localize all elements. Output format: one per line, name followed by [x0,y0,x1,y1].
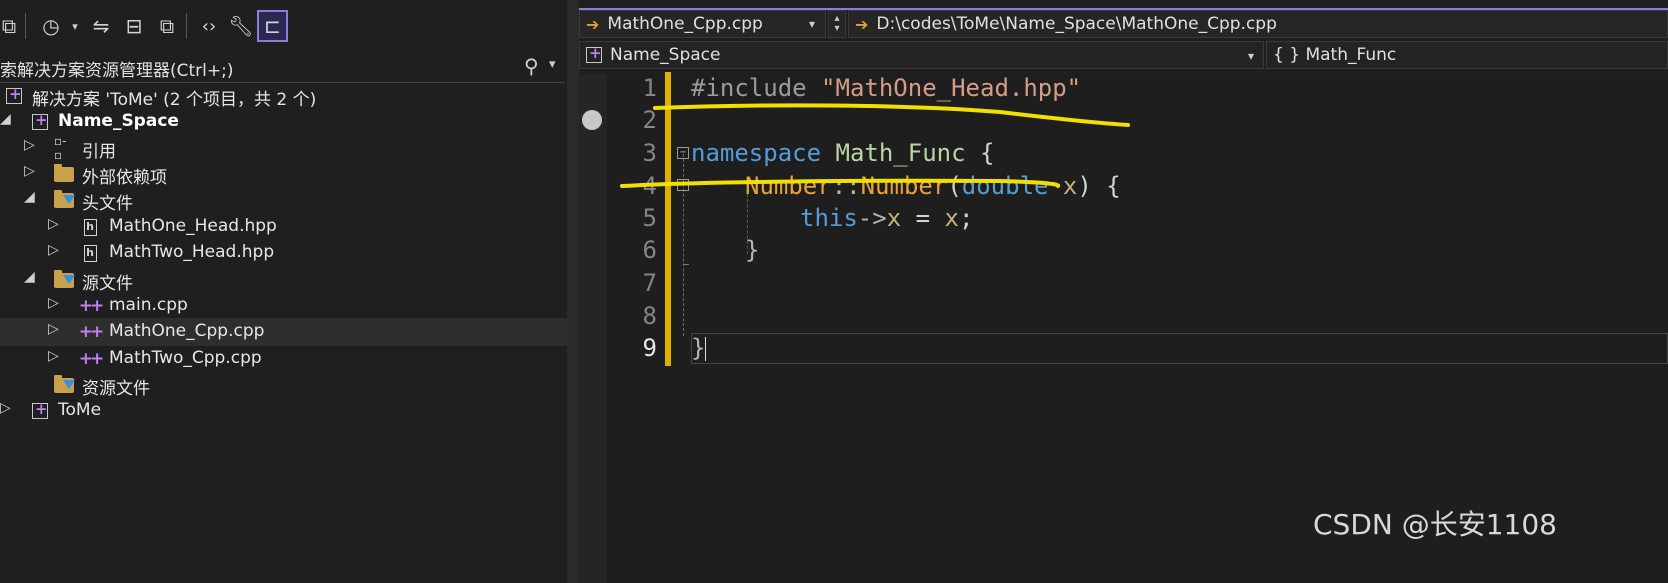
watermark: CSDN @长安1108 [1313,508,1557,541]
annotation-underlines [620,103,1130,188]
